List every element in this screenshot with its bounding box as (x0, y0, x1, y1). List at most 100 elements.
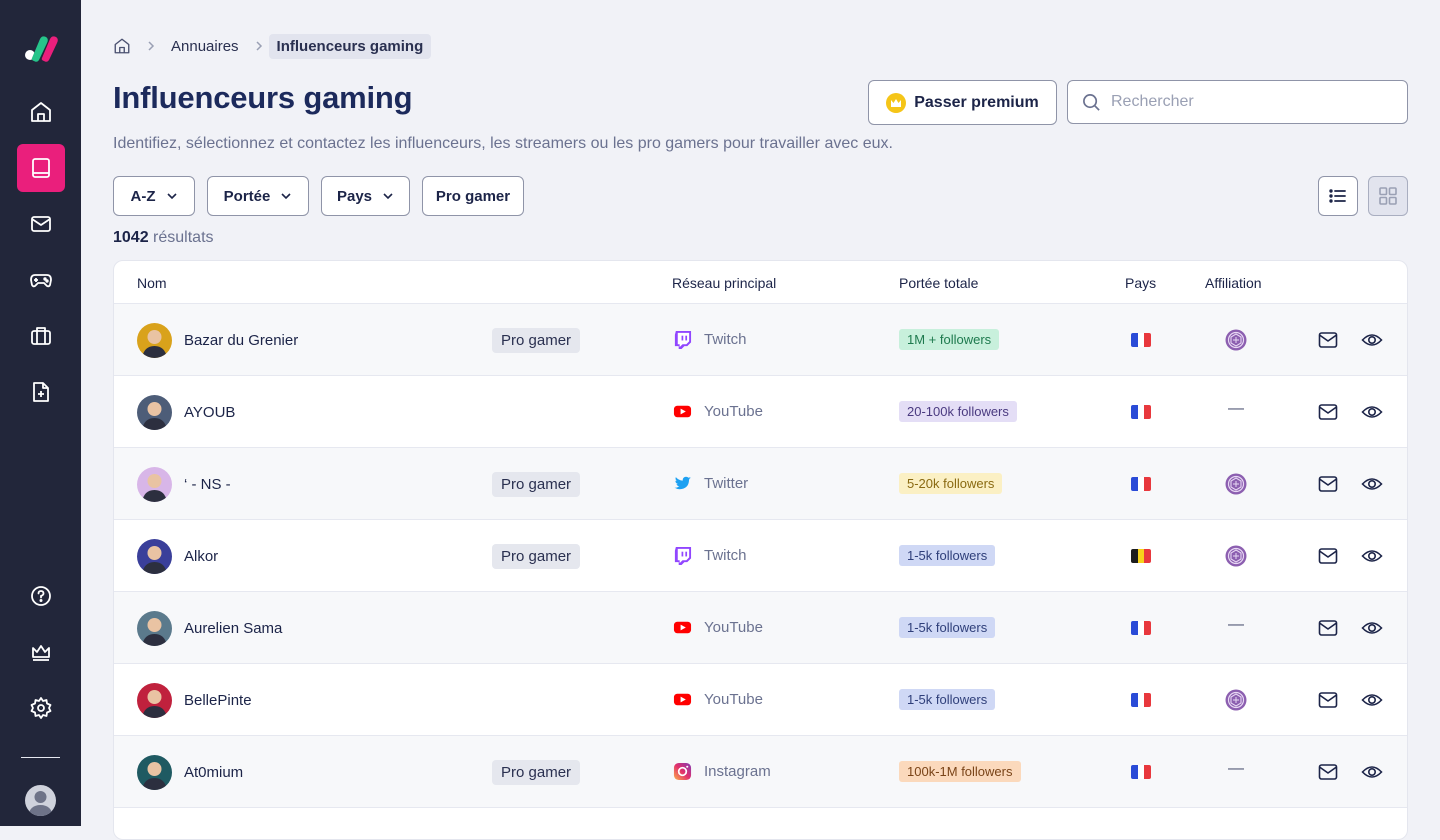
sidebar-item-home[interactable] (17, 88, 65, 136)
influencer-avatar[interactable] (137, 755, 172, 790)
network-name: YouTube (704, 403, 763, 420)
mail-icon[interactable] (1318, 763, 1338, 781)
page-title: Influenceurs gaming (113, 80, 413, 115)
avatar-face-icon (142, 762, 167, 790)
eye-icon[interactable] (1361, 546, 1383, 566)
no-affiliation: — (1228, 760, 1244, 777)
column-country[interactable]: Pays (1125, 275, 1156, 291)
chevron-down-icon (281, 193, 291, 200)
reach-badge: 1-5k followers (899, 545, 996, 566)
reach-filter-dropdown[interactable]: Portée (207, 176, 309, 216)
grid-view-button[interactable] (1368, 176, 1408, 216)
search-box (1067, 80, 1408, 124)
country-filter-dropdown[interactable]: Pays (321, 176, 410, 216)
eye-icon[interactable] (1361, 402, 1383, 422)
results-label: résultats (148, 229, 214, 246)
influencer-avatar[interactable] (137, 323, 172, 358)
country-flag-fr-icon (1131, 333, 1151, 347)
avatar-face-icon (142, 690, 167, 718)
country-flag-fr-icon (1131, 405, 1151, 419)
table-row[interactable]: Alkor Pro gamer Twitch 1-5k followers (114, 520, 1407, 592)
influencer-name[interactable]: Alkor (184, 548, 218, 565)
pro-gamer-filter-label: Pro gamer (435, 187, 511, 205)
column-network[interactable]: Réseau principal (672, 275, 776, 291)
influencer-avatar[interactable] (137, 611, 172, 646)
avatar-face-icon (142, 474, 167, 502)
network-name: Twitter (704, 475, 749, 492)
avatar-face-icon (142, 546, 167, 574)
results-count: 1042 résultats (113, 229, 214, 247)
pro-gamer-filter-button[interactable]: Pro gamer (422, 176, 524, 216)
country-flag-fr-icon (1131, 693, 1151, 707)
sidebar-item-help[interactable] (17, 572, 65, 620)
mail-icon[interactable] (1318, 331, 1338, 349)
mail-icon[interactable] (1318, 403, 1338, 421)
mail-icon[interactable] (1318, 475, 1338, 493)
eye-icon[interactable] (1361, 690, 1383, 710)
go-premium-button[interactable]: Passer premium (868, 80, 1057, 125)
influencer-avatar[interactable] (137, 683, 172, 718)
pro-gamer-tag: Pro gamer (492, 760, 581, 785)
sidebar-item-jobs[interactable] (17, 312, 65, 360)
table-row[interactable]: Aurelien Sama YouTube 1-5k followers — (114, 592, 1407, 664)
no-affiliation: — (1228, 400, 1244, 417)
table-row[interactable]: At0mium Pro gamer Instagram 100k-1M followe… (114, 736, 1407, 808)
table-row[interactable]: ‘ - NS - Pro gamer Twitter 5-20k followers (114, 448, 1407, 520)
mail-icon[interactable] (1318, 547, 1338, 565)
search-input[interactable] (1111, 93, 1391, 111)
twitter-icon (674, 476, 692, 490)
influencer-avatar[interactable] (137, 395, 172, 430)
influencer-name[interactable]: Aurelien Sama (184, 620, 282, 637)
main-content: Annuaires Influenceurs gaming Influenceu… (81, 0, 1440, 840)
home-icon[interactable] (113, 37, 131, 55)
country-flag-be-icon (1131, 549, 1151, 563)
column-reach[interactable]: Portée totale (899, 275, 978, 291)
youtube-icon (673, 621, 692, 634)
influencer-avatar[interactable] (137, 467, 172, 502)
column-name[interactable]: Nom (137, 275, 167, 291)
grid-icon (1379, 187, 1397, 205)
user-avatar[interactable] (25, 785, 56, 816)
twitch-icon (674, 546, 692, 565)
table-row[interactable]: Bazar du Grenier Pro gamer Twitch 1M + foll… (114, 304, 1407, 376)
sidebar-item-new-file[interactable] (17, 368, 65, 416)
eye-icon[interactable] (1361, 762, 1383, 782)
reach-badge: 1-5k followers (899, 617, 996, 638)
influencer-avatar[interactable] (137, 539, 172, 574)
mail-icon[interactable] (1318, 619, 1338, 637)
eye-icon[interactable] (1361, 474, 1383, 494)
main-network: Twitter (673, 474, 748, 493)
affiliation-badge-icon (1225, 329, 1247, 351)
influencer-name[interactable]: ‘ - NS - (184, 476, 231, 493)
reach-badge: 100k-1M followers (899, 761, 1021, 782)
sort-dropdown[interactable]: A-Z (113, 176, 195, 216)
sidebar-item-settings[interactable] (17, 684, 65, 732)
table-row[interactable]: BellePinte YouTube 1-5k followers (114, 664, 1407, 736)
sort-label: A-Z (130, 187, 156, 205)
sidebar-item-premium[interactable] (17, 628, 65, 676)
country-flag-fr-icon (1131, 765, 1151, 779)
list-view-button[interactable] (1318, 176, 1358, 216)
influencers-table: Nom Réseau principal Portée totale Pays … (113, 260, 1408, 840)
sidebar-item-directories[interactable] (17, 144, 65, 192)
reach-badge: 1-5k followers (899, 689, 996, 710)
gear-icon (30, 697, 52, 719)
breadcrumb-parent[interactable]: Annuaires (171, 38, 239, 55)
crown-icon (32, 645, 50, 661)
influencer-name[interactable]: Bazar du Grenier (184, 332, 298, 349)
instagram-icon (673, 762, 692, 781)
sidebar-item-messages[interactable] (17, 200, 65, 248)
column-affiliation[interactable]: Affiliation (1205, 275, 1262, 291)
table-header: Nom Réseau principal Portée totale Pays … (114, 261, 1407, 304)
influencer-name[interactable]: AYOUB (184, 404, 235, 421)
country-flag-fr-icon (1131, 477, 1151, 491)
app-logo-icon[interactable] (24, 34, 58, 62)
table-row[interactable]: AYOUB YouTube 20-100k followers — (114, 376, 1407, 448)
eye-icon[interactable] (1361, 330, 1383, 350)
eye-icon[interactable] (1361, 618, 1383, 638)
mail-icon[interactable] (1318, 691, 1338, 709)
influencer-name[interactable]: At0mium (184, 764, 243, 781)
avatar-face-icon (142, 330, 167, 358)
sidebar-item-games[interactable] (17, 256, 65, 304)
influencer-name[interactable]: BellePinte (184, 692, 252, 709)
